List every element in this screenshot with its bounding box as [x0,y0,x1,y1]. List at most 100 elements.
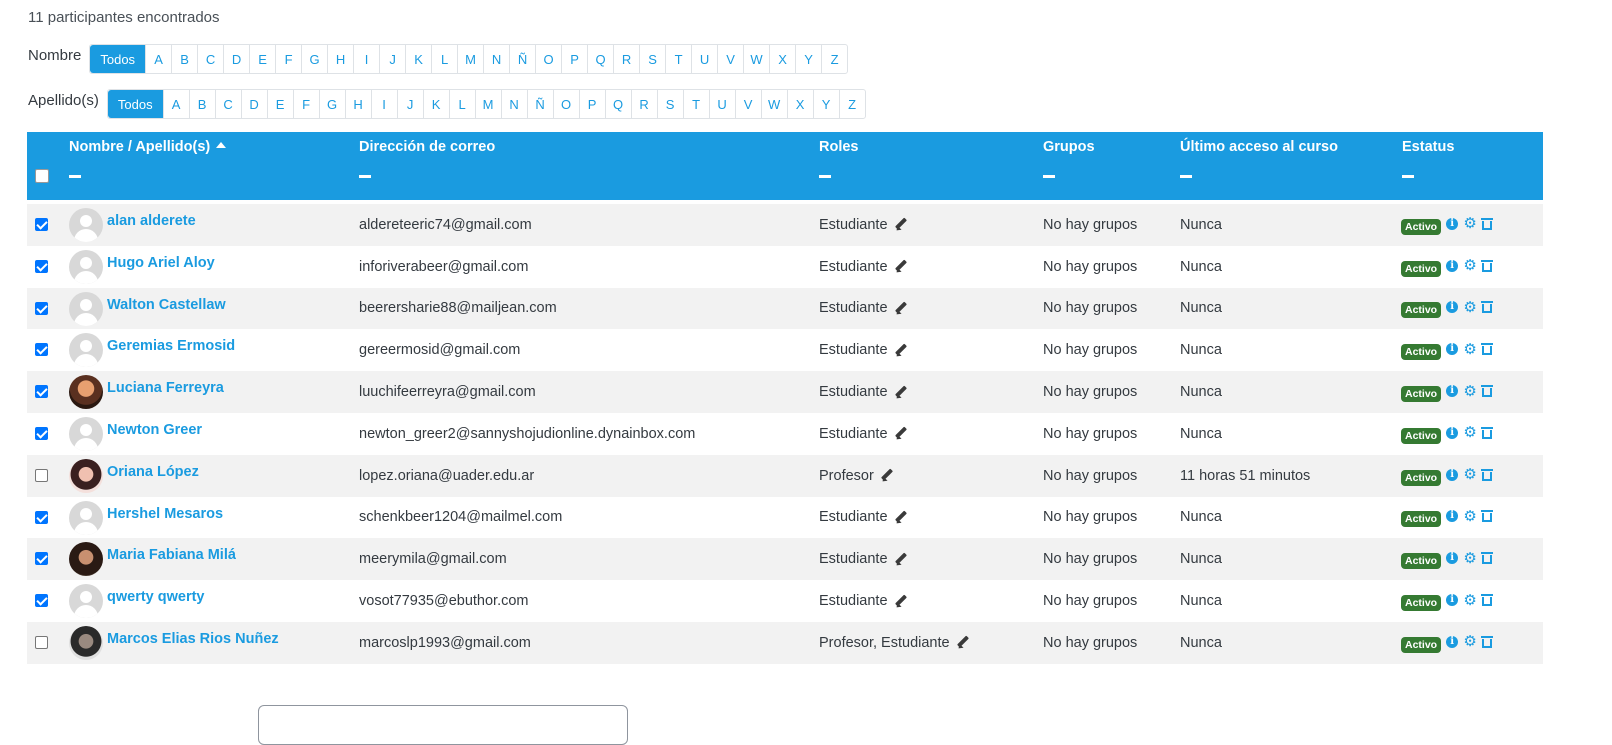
gear-icon[interactable]: ⚙ [1463,342,1477,357]
first-name-filter-letter[interactable]: W [743,45,769,73]
first-name-filter-letter[interactable]: R [613,45,639,73]
gear-icon[interactable]: ⚙ [1463,258,1477,273]
first-name-filter-letter[interactable]: Z [821,45,847,73]
trash-icon[interactable] [1481,343,1494,356]
first-name-filter-letter[interactable]: N [483,45,509,73]
row-select-checkbox[interactable] [35,594,48,608]
first-name-filter-letter[interactable]: X [769,45,795,73]
participant-name-link[interactable]: Walton Castellaw [107,297,226,313]
first-name-filter-letter[interactable]: Q [587,45,613,73]
gear-icon[interactable]: ⚙ [1463,216,1477,231]
first-name-filter-letter[interactable]: A [145,45,171,73]
first-name-filter-letter[interactable]: H [327,45,353,73]
gear-icon[interactable]: ⚙ [1463,634,1477,649]
row-select-checkbox[interactable] [35,552,48,566]
first-name-filter-letter[interactable]: F [275,45,301,73]
collapse-roles-column-icon[interactable] [819,175,831,178]
info-icon[interactable]: i [1446,594,1459,607]
trash-icon[interactable] [1481,259,1494,272]
gear-icon[interactable]: ⚙ [1463,593,1477,608]
trash-icon[interactable] [1481,426,1494,439]
participant-name-link[interactable]: Hugo Ariel Aloy [107,255,215,271]
trash-icon[interactable] [1481,301,1494,314]
participant-name-link[interactable]: Maria Fabiana Milá [107,547,236,563]
avatar[interactable] [69,333,103,368]
info-icon[interactable]: i [1446,217,1459,230]
last-name-filter-letter[interactable]: O [552,90,579,118]
pencil-icon[interactable] [894,260,907,273]
last-name-filter-letter[interactable]: S [656,90,683,118]
header-access-label[interactable]: Último acceso al curso [1180,139,1338,155]
participant-name-link[interactable]: Oriana López [107,464,199,480]
trash-icon[interactable] [1481,552,1494,565]
avatar[interactable] [69,542,103,577]
pencil-icon[interactable] [894,302,907,315]
first-name-filter-letter[interactable]: I [353,45,379,73]
avatar[interactable] [69,208,103,242]
info-icon[interactable]: i [1446,552,1459,565]
first-name-filter-letter[interactable]: T [665,45,691,73]
row-select-checkbox[interactable] [35,218,48,231]
row-select-checkbox[interactable] [35,468,48,482]
participant-name-link[interactable]: Luciana Ferreyra [107,380,224,396]
last-name-filter-letter[interactable]: U [708,90,735,118]
last-name-filter-letter[interactable]: T [682,90,709,118]
first-name-filter-letter[interactable]: Y [795,45,821,73]
pencil-icon[interactable] [894,595,907,608]
last-name-filter-letter[interactable]: Ñ [526,90,553,118]
last-name-filter-letter[interactable]: A [162,90,189,118]
last-name-filter-letter[interactable]: B [188,90,215,118]
last-name-filter-letter[interactable]: X [786,90,813,118]
last-name-filter-letter[interactable]: Q [604,90,631,118]
first-name-filter-letter[interactable]: O [535,45,561,73]
first-name-filter-letter[interactable]: D [223,45,249,73]
info-icon[interactable]: i [1446,426,1459,439]
info-icon[interactable]: i [1446,385,1459,398]
header-email[interactable]: Dirección de correo [359,139,495,178]
gear-icon[interactable]: ⚙ [1463,300,1477,315]
participant-name-link[interactable]: alan alderete [107,213,196,229]
pencil-icon[interactable] [894,386,907,399]
first-name-filter-letter[interactable]: K [405,45,431,73]
trash-icon[interactable] [1481,510,1494,523]
last-name-filter-letter[interactable]: I [370,90,397,118]
info-icon[interactable]: i [1446,468,1459,481]
first-name-filter-letter[interactable]: B [171,45,197,73]
first-name-filter-letter[interactable]: Ñ [509,45,535,73]
trash-icon[interactable] [1481,594,1494,607]
first-name-filter-all[interactable]: Todos [90,45,146,73]
last-name-filter-letter[interactable]: K [422,90,449,118]
pencil-icon[interactable] [894,553,907,566]
header-name[interactable]: Nombre / Apellido(s) [69,139,227,178]
trash-icon[interactable] [1481,217,1494,230]
first-name-filter-letter[interactable]: M [457,45,483,73]
last-name-filter-letter[interactable]: M [474,90,501,118]
pencil-icon[interactable] [894,218,907,231]
row-select-checkbox[interactable] [35,426,48,440]
avatar[interactable] [69,584,103,619]
gear-icon[interactable]: ⚙ [1463,509,1477,524]
first-name-filter-letter[interactable]: P [561,45,587,73]
last-name-filter-letter[interactable]: N [500,90,527,118]
last-name-filter-letter[interactable]: D [240,90,267,118]
row-select-checkbox[interactable] [35,259,48,273]
pencil-icon[interactable] [894,344,907,357]
first-name-filter-letter[interactable]: G [301,45,327,73]
header-access[interactable]: Último acceso al curso [1180,139,1338,178]
last-name-filter-letter[interactable]: H [344,90,371,118]
row-select-checkbox[interactable] [35,510,48,524]
info-icon[interactable]: i [1446,510,1459,523]
first-name-filter-letter[interactable]: L [431,45,457,73]
last-name-filter-letter[interactable]: C [214,90,241,118]
participant-name-link[interactable]: Newton Greer [107,422,202,438]
participant-name-link[interactable]: Hershel Mesaros [107,506,223,522]
row-select-checkbox[interactable] [35,301,48,315]
row-select-checkbox[interactable] [35,635,48,649]
participant-name-link[interactable]: qwerty qwerty [107,589,205,605]
collapse-name-column-icon[interactable] [69,175,81,178]
gear-icon[interactable]: ⚙ [1463,384,1477,399]
info-icon[interactable]: i [1446,343,1459,356]
last-name-filter-letter[interactable]: Y [812,90,839,118]
last-name-filter-all[interactable]: Todos [107,90,163,118]
header-name-label[interactable]: Nombre / Apellido(s) [69,139,210,155]
